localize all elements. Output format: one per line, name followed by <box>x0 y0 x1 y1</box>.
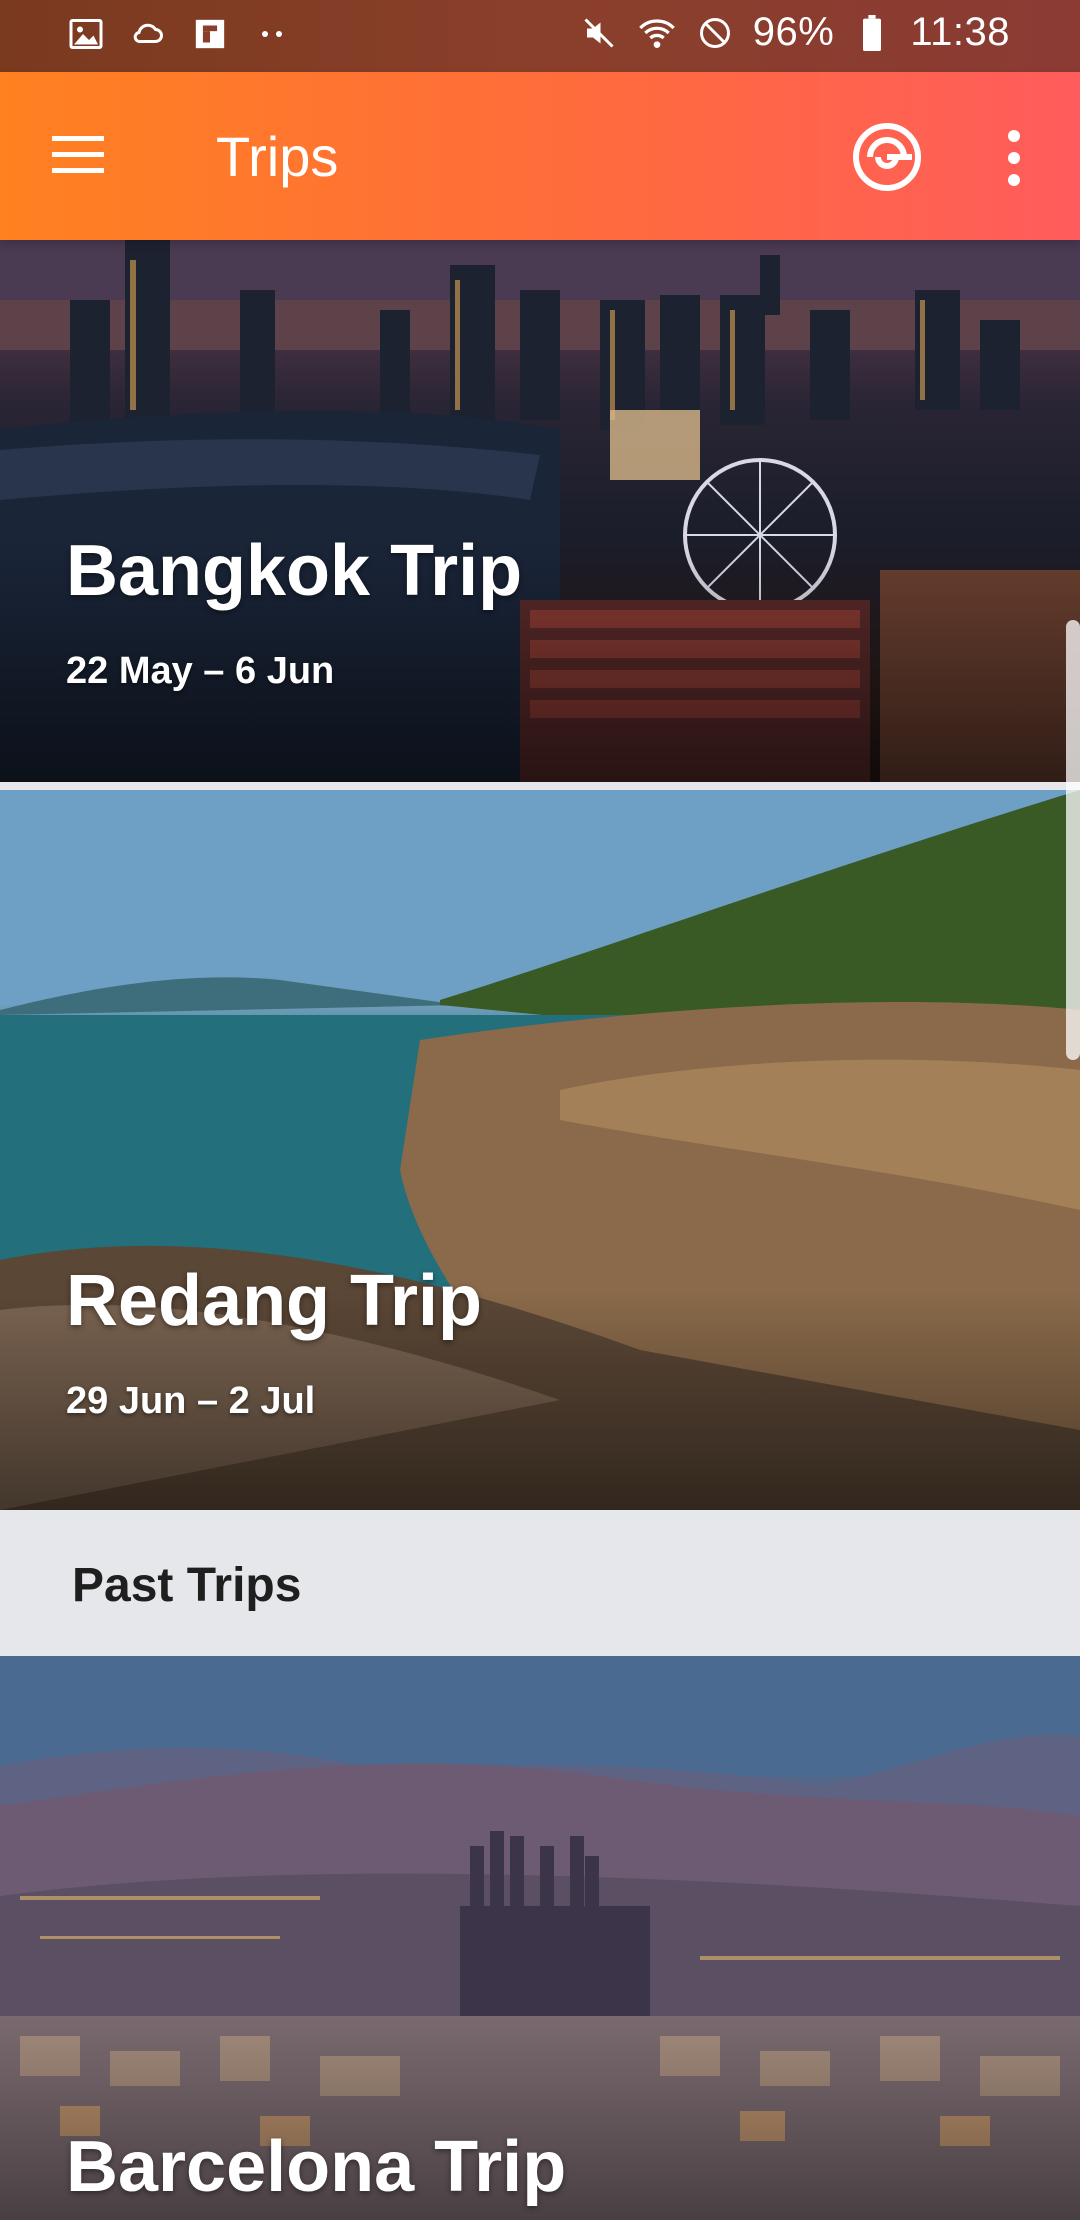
target-icon[interactable] <box>850 120 924 194</box>
vertical-ellipsis-icon[interactable] <box>990 126 1038 190</box>
status-bar: 96% 11:38 <box>0 0 1080 72</box>
trip-title: Redang Trip <box>66 1261 483 1341</box>
do-not-disturb-icon <box>695 13 735 53</box>
trip-dates: 22 May – 6 Jun <box>66 650 335 692</box>
trip-card-barcelona[interactable]: Barcelona Trip <box>0 1656 1080 2220</box>
trip-title: Barcelona Trip <box>66 2127 567 2207</box>
more-dots-icon <box>252 14 292 54</box>
scrollbar-handle[interactable] <box>1066 620 1080 1060</box>
trip-card-redang[interactable]: Redang Trip 29 Jun – 2 Jul <box>0 790 1080 1510</box>
wifi-icon <box>637 13 677 53</box>
past-trips-header: Past Trips <box>0 1510 1080 1656</box>
battery-icon <box>852 13 892 53</box>
section-title: Past Trips <box>72 1559 302 1612</box>
clock: 11:38 <box>910 10 1010 54</box>
trip-dates: 29 Jun – 2 Jul <box>66 1380 316 1422</box>
city-skyline-image <box>0 240 1080 782</box>
battery-percent: 96% <box>752 10 835 54</box>
trip-card-bangkok[interactable]: Bangkok Trip 22 May – 6 Jun <box>0 240 1080 782</box>
mute-icon <box>579 13 619 53</box>
hamburger-menu-icon[interactable] <box>48 124 112 184</box>
page-title: Trips <box>216 125 339 188</box>
image-icon <box>66 14 106 54</box>
flipboard-icon <box>190 14 230 54</box>
trip-title: Bangkok Trip <box>66 531 523 611</box>
cloud-notification-icon <box>128 14 168 54</box>
notification-icons <box>66 14 292 54</box>
app-bar: Trips <box>0 72 1080 240</box>
system-status: 96% 11:38 <box>579 10 1010 55</box>
